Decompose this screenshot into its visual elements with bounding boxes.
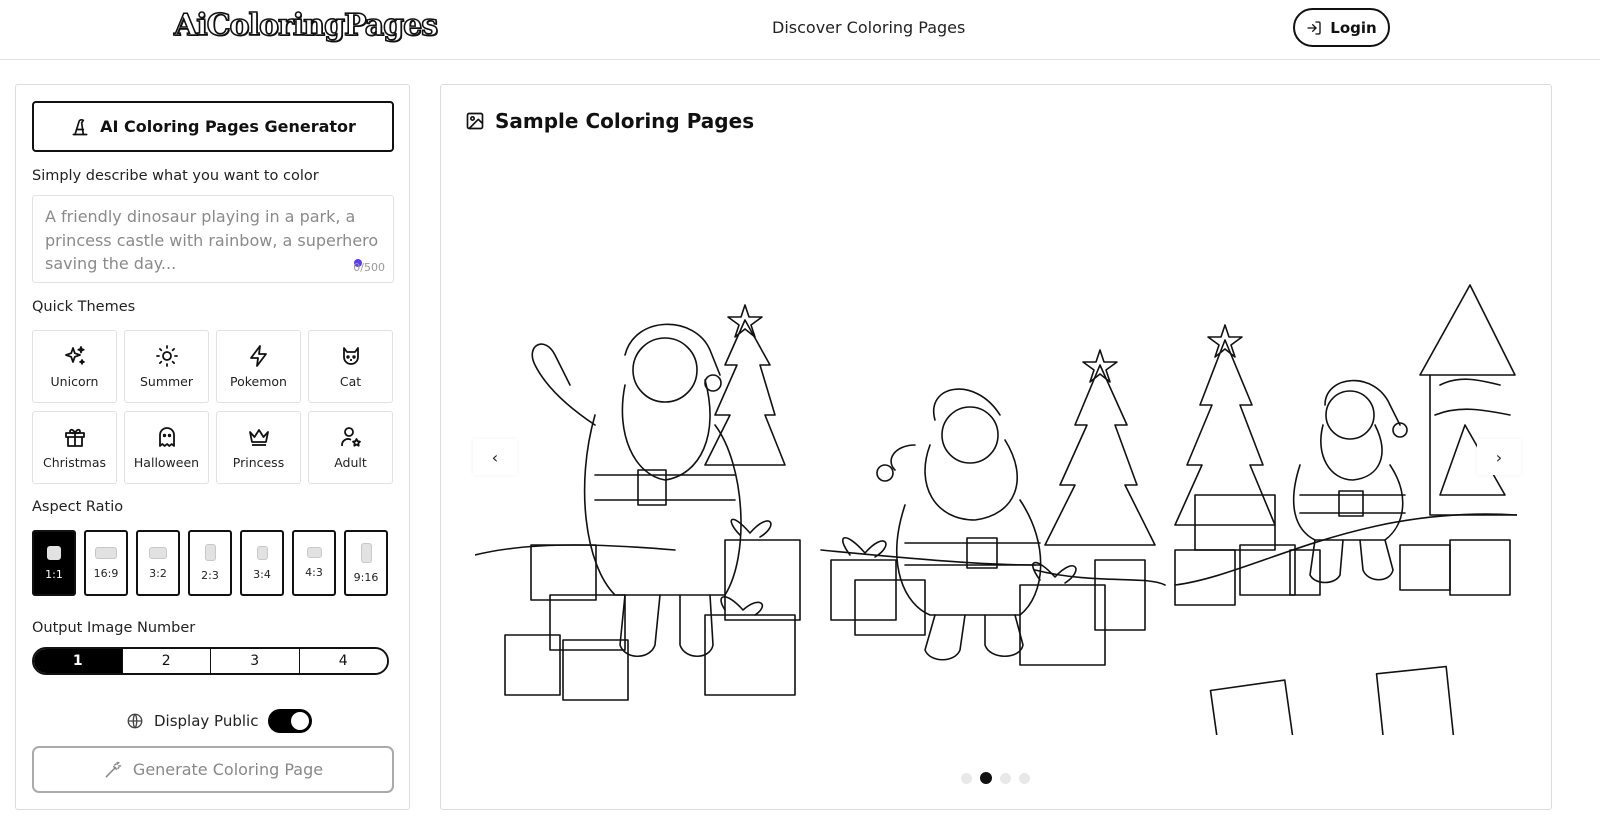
display-public-label: Display Public	[154, 712, 259, 730]
generate-button[interactable]: Generate Coloring Page	[32, 746, 394, 793]
aspect-ratio-16-9[interactable]: 16:9	[84, 530, 128, 596]
generator-title: AI Coloring Pages Generator	[32, 101, 394, 152]
ratio-label: 2:3	[201, 569, 219, 582]
lightning-icon	[249, 345, 267, 367]
carousel-dots	[961, 772, 1030, 784]
display-public-row: Display Public	[126, 709, 313, 733]
ratio-label: 16:9	[93, 566, 119, 580]
user-star-icon	[340, 427, 361, 447]
top-header: AiColoringPages Discover Coloring Pages …	[0, 0, 1600, 60]
theme-label: Christmas	[42, 455, 107, 470]
ratio-label: 3:2	[149, 566, 167, 580]
char-counter: 0/500	[353, 261, 385, 274]
output-number-3[interactable]: 3	[211, 649, 300, 673]
theme-christmas[interactable]: Christmas	[32, 411, 117, 484]
theme-adult[interactable]: Adult	[308, 411, 393, 484]
aspect-ratio-label: Aspect Ratio	[32, 499, 124, 515]
theme-label: Princess	[232, 455, 285, 470]
samples-panel: Sample Coloring Pages ‹ ›	[440, 84, 1552, 810]
globe-icon	[127, 713, 143, 729]
ratio-label: 9:16	[353, 570, 379, 584]
christmas-tree-illustration	[1044, 324, 1276, 546]
prompt-box: 0/500	[32, 195, 394, 283]
theme-label: Cat	[339, 374, 362, 389]
carousel-dot-4[interactable]	[1019, 772, 1030, 784]
prompt-input[interactable]	[45, 205, 381, 275]
ratio-shape	[256, 545, 268, 560]
theme-summer[interactable]: Summer	[124, 330, 209, 403]
aspect-ratio-4-3[interactable]: 4:3	[292, 530, 336, 596]
aspect-ratio-9-16[interactable]: 9:16	[344, 530, 388, 596]
cat-icon	[342, 347, 359, 365]
gift-boxes-right	[1174, 494, 1511, 735]
nav-discover-link[interactable]: Discover Coloring Pages	[772, 18, 965, 37]
ghost-icon	[158, 427, 175, 447]
sparkles-icon	[64, 346, 85, 365]
theme-cat[interactable]: Cat	[308, 330, 393, 403]
theme-pokemon[interactable]: Pokemon	[216, 330, 301, 403]
generate-label: Generate Coloring Page	[132, 760, 324, 779]
aspect-ratio-options: 1:1 16:9 3:2 2:3 3:4 4:3 9:16	[32, 530, 388, 596]
ratio-shape	[360, 542, 372, 563]
wizard-hat-icon	[72, 118, 88, 135]
generator-panel: AI Coloring Pages Generator Simply descr…	[15, 84, 410, 810]
output-number-1[interactable]: 1	[34, 649, 123, 673]
christmas-tree-illustration	[704, 304, 786, 466]
ratio-shape	[149, 546, 167, 559]
theme-label: Summer	[139, 374, 194, 389]
output-number-label: Output Image Number	[32, 620, 196, 636]
house-illustration	[1419, 284, 1517, 516]
carousel-dot-3[interactable]	[1000, 772, 1011, 784]
ratio-shape	[204, 544, 216, 561]
samples-title: Sample Coloring Pages	[495, 109, 755, 133]
quick-themes-label: Quick Themes	[32, 299, 136, 315]
chevron-right-icon: ›	[1495, 447, 1503, 467]
aspect-ratio-2-3[interactable]: 2:3	[188, 530, 232, 596]
carousel-dot-1[interactable]	[961, 772, 972, 784]
samples-heading: Sample Coloring Pages	[465, 109, 754, 133]
ratio-shape	[47, 545, 61, 560]
quick-themes-grid: Unicorn Summer Pokemon Cat Christmas Hal…	[32, 330, 394, 484]
output-number-selector: 1 2 3 4	[32, 647, 389, 675]
output-number-2[interactable]: 2	[122, 649, 211, 673]
site-logo[interactable]: AiColoringPages	[173, 7, 439, 44]
gift-icon	[64, 428, 85, 447]
theme-unicorn[interactable]: Unicorn	[32, 330, 117, 403]
crown-icon	[248, 429, 269, 446]
ratio-label: 4:3	[305, 566, 323, 579]
ratio-label: 3:4	[253, 567, 271, 581]
sun-icon	[155, 345, 178, 367]
theme-princess[interactable]: Princess	[216, 411, 301, 484]
image-icon	[466, 112, 484, 130]
theme-label: Halloween	[133, 455, 200, 470]
theme-label: Adult	[334, 455, 367, 470]
gift-boxes-left	[504, 518, 801, 701]
chevron-left-icon: ‹	[491, 447, 499, 467]
output-number-4[interactable]: 4	[299, 649, 387, 673]
ratio-label: 1:1	[45, 567, 63, 581]
aspect-ratio-3-2[interactable]: 3:2	[136, 530, 180, 596]
santa-illustration-right	[1292, 379, 1408, 584]
generator-title-text: AI Coloring Pages Generator	[100, 117, 356, 136]
gift-boxes-middle	[830, 537, 1146, 666]
santa-illustration-middle	[876, 388, 1042, 661]
prompt-label: Simply describe what you want to color	[32, 168, 319, 184]
login-button[interactable]: Login	[1293, 8, 1390, 47]
carousel-next-button[interactable]: ›	[1477, 439, 1521, 475]
aspect-ratio-3-4[interactable]: 3:4	[240, 530, 284, 596]
carousel-dot-2[interactable]	[980, 772, 992, 784]
sample-coloring-image	[475, 284, 1517, 735]
aspect-ratio-1-1[interactable]: 1:1	[32, 530, 76, 596]
magic-wand-icon	[105, 761, 122, 777]
login-icon	[1307, 20, 1321, 35]
theme-label: Unicorn	[50, 374, 99, 389]
theme-label: Pokemon	[230, 374, 287, 389]
ratio-shape	[95, 546, 117, 559]
login-label: Login	[1330, 18, 1377, 37]
ratio-shape	[306, 547, 322, 558]
carousel-prev-button[interactable]: ‹	[473, 439, 517, 475]
santa-illustration-left	[531, 323, 742, 658]
display-public-toggle[interactable]	[268, 709, 313, 733]
theme-halloween[interactable]: Halloween	[124, 411, 209, 484]
